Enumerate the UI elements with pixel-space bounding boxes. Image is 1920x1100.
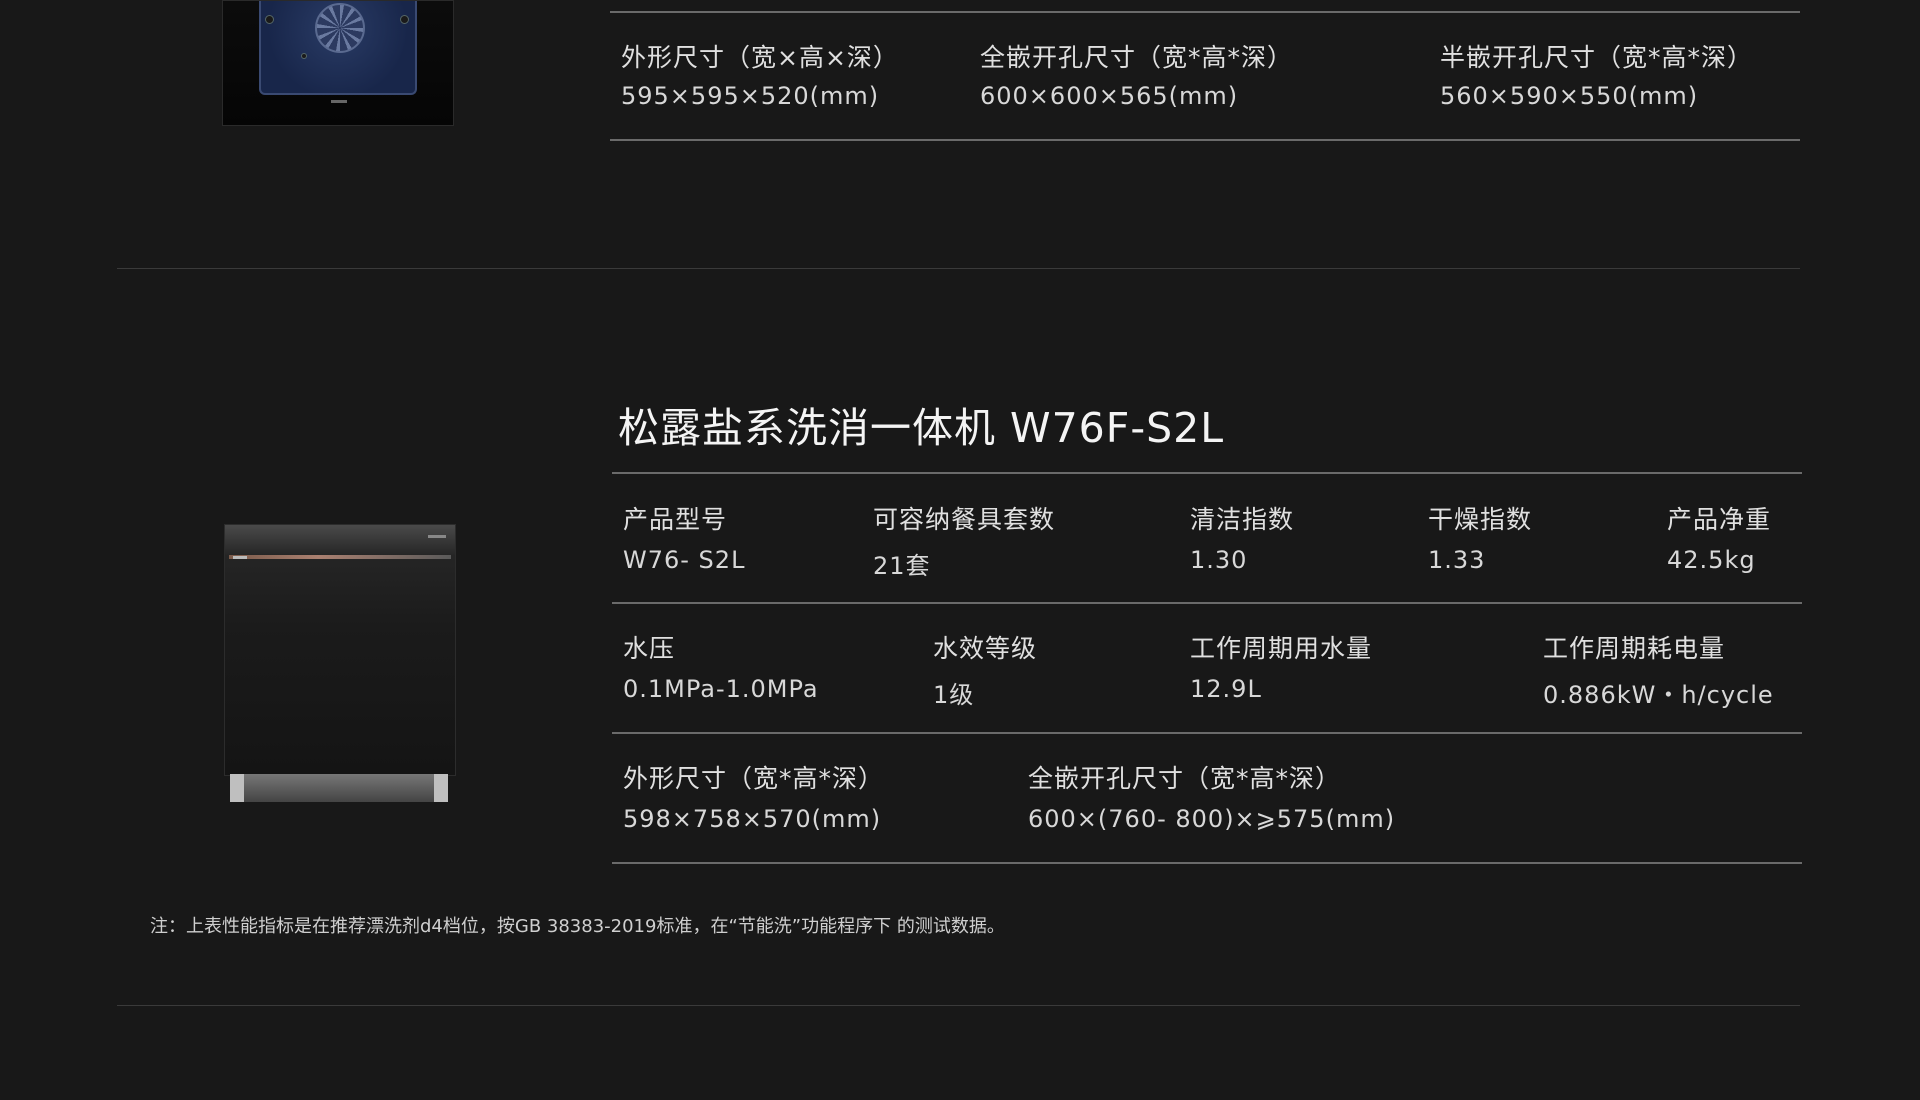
section-divider (117, 1005, 1800, 1006)
spec-value: 1级 (933, 681, 975, 709)
dishwasher-foot (434, 774, 448, 802)
oven-spec-label: 全嵌开孔尺寸（宽*高*深） (980, 43, 1294, 72)
oven-table-top-line (610, 11, 1800, 13)
oven-logo (331, 100, 347, 103)
oven-product-image (222, 0, 454, 126)
oven-fan-icon (315, 3, 365, 53)
spec-label: 水效等级 (933, 634, 1038, 663)
table-line (612, 862, 1802, 864)
spec-value: 12.9L (1190, 675, 1262, 703)
oven-light-icon (301, 53, 307, 59)
spec-value: 42.5kg (1667, 546, 1756, 574)
spec-value: 21套 (873, 552, 931, 580)
dishwasher-control-panel (225, 525, 455, 555)
oven-spec-value: 600×600×565(mm) (980, 82, 1239, 110)
dishwasher-kickplate (232, 774, 446, 802)
spec-value: 0.886kW・h/cycle (1543, 681, 1774, 709)
spec-label: 干燥指数 (1428, 505, 1533, 534)
spec-label: 产品型号 (623, 505, 728, 534)
table-line (612, 472, 1802, 474)
oven-spec-label: 半嵌开孔尺寸（宽*高*深） (1440, 43, 1754, 72)
oven-spec-value: 595×595×520(mm) (621, 82, 880, 110)
footnote: 注：上表性能指标是在推荐漂洗剂d4档位，按GB 38383-2019标准，在“节… (150, 916, 1005, 937)
spec-value: 0.1MPa-1.0MPa (623, 675, 819, 703)
table-line (612, 732, 1802, 734)
spec-label: 工作周期耗电量 (1543, 634, 1726, 663)
dishwasher-door (224, 524, 456, 776)
oven-spec-label: 外形尺寸（宽×高×深） (621, 43, 899, 72)
dishwasher-handle (229, 555, 451, 559)
dishwasher-badge (233, 556, 247, 559)
dishwasher-product-image (224, 524, 456, 804)
spec-label: 产品净重 (1667, 505, 1772, 534)
spec-label: 工作周期用水量 (1190, 634, 1373, 663)
oven-window (259, 1, 417, 95)
dishwasher-logo (428, 535, 446, 538)
spec-value: W76- S2L (623, 546, 746, 574)
oven-table-bottom-line (610, 139, 1800, 141)
dishwasher-foot (230, 774, 244, 802)
spec-value: 1.33 (1428, 546, 1486, 574)
oven-knob-icon (400, 15, 409, 24)
spec-label: 水压 (623, 634, 676, 663)
spec-label: 外形尺寸（宽*高*深） (623, 764, 885, 793)
spec-label: 清洁指数 (1190, 505, 1295, 534)
spec-label: 可容纳餐具套数 (873, 505, 1056, 534)
dishwasher-title: 松露盐系洗消一体机 W76F-S2L (618, 404, 1225, 452)
table-line (612, 602, 1802, 604)
spec-value: 1.30 (1190, 546, 1248, 574)
oven-spec-value: 560×590×550(mm) (1440, 82, 1699, 110)
spec-value: 598×758×570(mm) (623, 805, 882, 833)
oven-knob-icon (265, 15, 274, 24)
spec-label: 全嵌开孔尺寸（宽*高*深） (1028, 764, 1342, 793)
spec-value: 600×(760- 800)×⩾575(mm) (1028, 805, 1396, 833)
section-divider (117, 268, 1800, 269)
